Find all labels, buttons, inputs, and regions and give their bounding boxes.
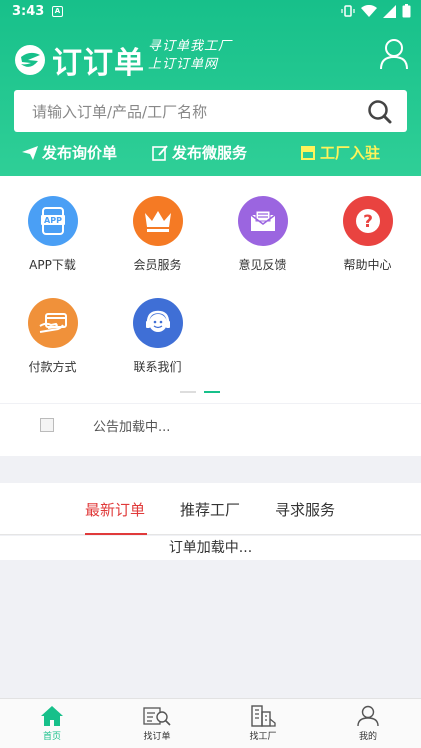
factory-join-label: 工厂入驻 <box>320 144 381 162</box>
grid-label: APP下载 <box>29 258 76 272</box>
grid-label: 意见反馈 <box>238 258 287 272</box>
headset-icon <box>132 298 183 348</box>
feedback-mail-icon <box>237 196 288 246</box>
logo-mark-icon <box>15 45 45 75</box>
slogan: 寻订单我工厂 上订订单网 <box>148 38 232 74</box>
grid-label: 联系我们 <box>133 360 182 374</box>
page-dot-active <box>204 391 220 393</box>
content-tabs: 最新订单 推荐工厂 寻求服务 <box>0 483 421 535</box>
notification-icon: A <box>52 6 63 17</box>
post-inquiry-label: 发布询价单 <box>42 144 118 162</box>
service-grid: APP APP下载 会员服务 意见反馈 ? 帮助中心 付款方式 联系我们 <box>0 176 421 403</box>
vibrate-icon <box>341 5 355 17</box>
active-tab-underline <box>85 533 147 535</box>
signal-icon <box>383 4 396 18</box>
send-icon <box>22 145 38 160</box>
nav-mine-label: 我的 <box>358 732 377 742</box>
building-icon <box>251 705 276 727</box>
home-icon <box>41 706 63 726</box>
grid-item-app-download[interactable]: APP APP下载 <box>0 176 105 276</box>
edit-icon <box>152 144 168 161</box>
user-profile-button[interactable] <box>379 38 409 70</box>
status-time: 3:43 <box>12 4 45 19</box>
app-download-icon: APP <box>27 196 78 246</box>
page-indicator <box>180 391 220 393</box>
page-dot <box>180 391 196 393</box>
app-logo: 订订单 <box>14 38 145 82</box>
quick-links: 发布询价单 发布微服务 工厂入驻 <box>0 142 421 166</box>
bottom-nav: 首页 找订单 找工厂 我的 <box>0 698 421 748</box>
profile-icon <box>357 705 379 727</box>
crown-icon <box>132 196 183 246</box>
help-icon: ? <box>342 196 393 246</box>
grid-item-feedback[interactable]: 意见反馈 <box>210 176 315 276</box>
search-bar[interactable]: 请输入订单/产品/工厂名称 <box>14 90 407 132</box>
tab-latest-orders[interactable]: 最新订单 <box>85 499 145 520</box>
user-icon <box>380 39 408 70</box>
app-badge-text: APP <box>44 216 62 225</box>
post-micro-service-link[interactable]: 发布微服务 <box>152 142 247 163</box>
orders-loading-text: 订单加载中... <box>0 536 421 560</box>
grid-label: 会员服务 <box>133 258 182 272</box>
nav-mine[interactable]: 我的 <box>338 705 398 742</box>
broken-image-icon <box>40 418 54 432</box>
shop-icon <box>301 146 315 160</box>
tab-recommended-factories[interactable]: 推荐工厂 <box>180 499 240 520</box>
grid-item-contact[interactable]: 联系我们 <box>105 278 210 378</box>
nav-find-factory[interactable]: 找工厂 <box>233 705 293 742</box>
notice-text: 公告加载中... <box>93 420 171 435</box>
order-search-icon <box>143 707 171 726</box>
grid-label: 帮助中心 <box>343 258 392 272</box>
slogan-line-1: 寻订单我工厂 <box>148 39 233 54</box>
grid-item-membership[interactable]: 会员服务 <box>105 176 210 276</box>
wifi-icon <box>361 4 377 17</box>
battery-icon <box>402 4 411 18</box>
tab-seek-services[interactable]: 寻求服务 <box>275 499 335 520</box>
status-bar: 3:43 A <box>0 0 421 24</box>
post-micro-service-label: 发布微服务 <box>172 144 248 162</box>
grid-item-help[interactable]: ? 帮助中心 <box>315 176 420 276</box>
nav-find-order[interactable]: 找订单 <box>127 705 187 742</box>
slogan-line-2: 上订订单网 <box>148 57 219 72</box>
search-icon[interactable] <box>367 99 393 125</box>
search-input[interactable]: 请输入订单/产品/工厂名称 <box>32 101 207 122</box>
help-badge-text: ? <box>363 212 373 232</box>
notice-bar[interactable]: 公告加载中... <box>0 404 421 456</box>
status-icons <box>341 4 411 18</box>
factory-join-link[interactable]: 工厂入驻 <box>300 142 380 163</box>
grid-item-payment[interactable]: 付款方式 <box>0 278 105 378</box>
post-inquiry-link[interactable]: 发布询价单 <box>22 142 117 163</box>
nav-home-label: 首页 <box>42 732 61 742</box>
payment-card-icon <box>27 298 78 348</box>
logo-text: 订订单 <box>52 46 145 81</box>
grid-label: 付款方式 <box>28 360 77 374</box>
nav-find-factory-label: 找工厂 <box>249 732 277 742</box>
app-header: 3:43 A 订订单 寻订单我工厂 上订订单网 请输入订单/产品/工厂名称 发布… <box>0 0 421 176</box>
nav-find-order-label: 找订单 <box>143 732 171 742</box>
nav-home[interactable]: 首页 <box>22 705 82 742</box>
